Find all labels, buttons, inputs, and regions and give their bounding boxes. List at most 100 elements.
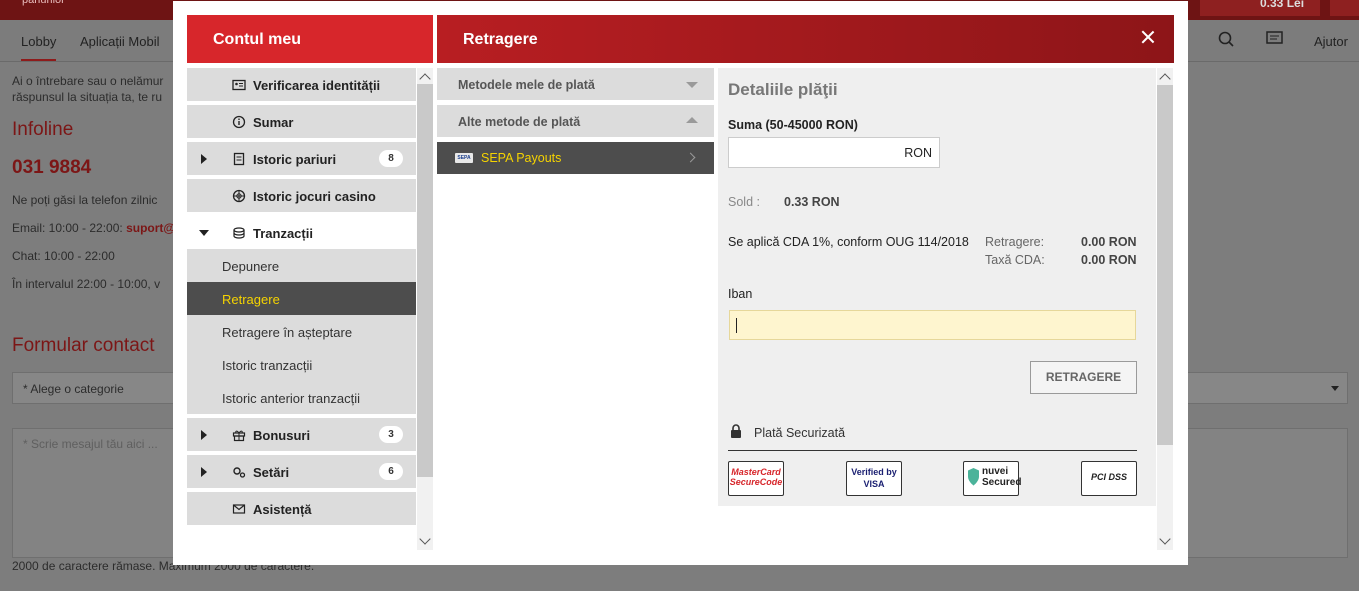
- menu-label: Tranzacții: [253, 226, 313, 241]
- pci-text: PCI DSS: [1090, 472, 1127, 482]
- pci-logo: PCI DSS: [1081, 461, 1137, 496]
- payment-details: Detaliile plăţii Suma (50-45000 RON) RON…: [718, 68, 1156, 506]
- payment-methods: Metodele mele de plată Alte metode de pl…: [437, 68, 714, 174]
- iban-label: Iban: [728, 287, 753, 301]
- menu-item-casino-history[interactable]: Istoric jocuri casino: [187, 179, 416, 212]
- my-methods-label: Metodele mele de plată: [458, 78, 595, 92]
- balance-display[interactable]: 0.33 Lei: [1200, 0, 1320, 16]
- chip-icon: [232, 189, 246, 203]
- account-button[interactable]: [1330, 0, 1359, 16]
- shield-icon: [968, 468, 979, 486]
- infoline-title: Infoline: [12, 119, 74, 140]
- menu-label: Bonusuri: [253, 428, 311, 443]
- withdraw-button[interactable]: RETRAGERE: [1030, 361, 1137, 394]
- withdraw-header: Retragere: [437, 15, 1174, 63]
- chevron-down-icon: [686, 82, 698, 88]
- mastercard-logo: MasterCard SecureCode: [728, 461, 784, 496]
- coins-icon: [233, 227, 245, 239]
- collapse-arrow-icon[interactable]: [199, 230, 209, 236]
- search-icon[interactable]: [1218, 31, 1234, 47]
- method-sepa-payouts[interactable]: SEPA SEPA Payouts: [437, 142, 714, 174]
- my-methods-toggle[interactable]: Metodele mele de plată: [437, 68, 714, 100]
- method-label: SEPA Payouts: [481, 151, 562, 165]
- submenu-pending-withdraw[interactable]: Retragere în așteptare: [187, 315, 416, 348]
- category-placeholder: * Alege o categorie: [23, 382, 124, 396]
- amount-label: Suma (50-45000 RON): [728, 118, 858, 132]
- scroll-up-icon[interactable]: [1159, 73, 1171, 85]
- id-card-icon: [232, 79, 246, 91]
- scroll-down-icon[interactable]: [1159, 533, 1171, 545]
- balance-label: Sold :: [728, 195, 760, 209]
- balance-text: 0.33 Lei: [1260, 0, 1305, 10]
- secure-payment: Plată Securizată: [728, 421, 1137, 451]
- secure-text: Plată Securizată: [754, 426, 846, 440]
- tax-value: 0.00 RON: [1081, 253, 1137, 267]
- envelope-icon: [232, 504, 246, 514]
- details-scrollbar[interactable]: [1157, 68, 1173, 550]
- mastercard-text: MasterCard SecureCode: [729, 467, 783, 487]
- menu-label: Verificarea identității: [253, 78, 381, 93]
- gears-icon: [233, 467, 246, 478]
- iban-input[interactable]: [729, 310, 1136, 340]
- scroll-up-icon[interactable]: [419, 73, 431, 85]
- menu-item-transactions[interactable]: Tranzacții: [187, 216, 416, 249]
- phone-text: Ne poți găsi la telefon zilnic: [12, 193, 158, 207]
- menu-label: Istoric jocuri casino: [253, 189, 376, 204]
- gift-icon: [232, 430, 246, 442]
- menu-item-settings[interactable]: Setări 6: [187, 455, 416, 488]
- other-methods-toggle[interactable]: Alte metode de plată: [437, 105, 714, 137]
- account-menu: Verificarea identității Sumar Istoric pa…: [187, 68, 416, 550]
- chat-text: Chat: 10:00 - 22:00: [12, 249, 115, 263]
- submenu-transaction-history[interactable]: Istoric tranzacții: [187, 348, 416, 381]
- count-badge: 8: [379, 150, 403, 167]
- withdraw-title: Retragere: [463, 31, 538, 48]
- account-modal: Contul meu Retragere Verificarea identit…: [173, 1, 1188, 565]
- message-placeholder: * Scrie mesajul tău aici ...: [23, 437, 158, 451]
- menu-label: Asistență: [253, 502, 312, 517]
- withdraw-amount-value: 0.00 RON: [1081, 235, 1137, 249]
- interval-text: În intervalul 22:00 - 10:00, v: [12, 277, 161, 291]
- menu-scrollbar[interactable]: [417, 68, 433, 550]
- email-text: Email: 10:00 - 22:00: suport@: [12, 221, 176, 235]
- nav-lobby[interactable]: Lobby: [21, 34, 57, 61]
- text-caret: [736, 318, 737, 333]
- other-methods-label: Alte metode de plată: [458, 115, 581, 129]
- count-badge: 6: [379, 463, 403, 480]
- expand-arrow-icon[interactable]: [201, 154, 207, 164]
- menu-label: Sumar: [253, 115, 294, 130]
- chat-icon[interactable]: [1266, 31, 1283, 47]
- menu-label: Setări: [253, 465, 290, 480]
- intro-text-2: răspunsul la situația ta, te ru: [12, 90, 163, 104]
- expand-arrow-icon[interactable]: [201, 467, 207, 477]
- currency-label: RON: [904, 146, 932, 160]
- transactions-submenu: Depunere Retragere Retragere în așteptar…: [187, 249, 416, 414]
- cda-note: Se aplică CDA 1%, conform OUG 114/2018: [728, 235, 969, 249]
- submenu-withdraw[interactable]: Retragere: [187, 282, 416, 315]
- menu-item-summary[interactable]: Sumar: [187, 105, 416, 138]
- close-icon[interactable]: [1138, 27, 1158, 47]
- submenu-previous-transactions[interactable]: Istoric anterior tranzacții: [187, 381, 416, 414]
- sepa-logo-icon: SEPA: [455, 153, 473, 163]
- lock-icon: [731, 424, 741, 438]
- chevron-up-icon: [686, 117, 698, 123]
- amount-input[interactable]: RON: [728, 137, 940, 168]
- nav-help[interactable]: Ajutor: [1314, 34, 1348, 49]
- dropdown-arrow-icon: [1331, 386, 1339, 391]
- scroll-down-icon[interactable]: [419, 533, 431, 545]
- balance-value: 0.33 RON: [784, 195, 840, 209]
- site-logo: pariurilor: [22, 0, 65, 6]
- scroll-thumb[interactable]: [1157, 85, 1173, 445]
- email-link[interactable]: suport@: [126, 221, 175, 235]
- nav-mobile-apps[interactable]: Aplicații Mobil: [80, 34, 159, 49]
- info-icon: [232, 115, 246, 129]
- phone-number[interactable]: 031 9884: [12, 157, 91, 179]
- menu-item-bonuses[interactable]: Bonusuri 3: [187, 418, 416, 451]
- menu-item-identity[interactable]: Verificarea identității: [187, 68, 416, 101]
- expand-arrow-icon[interactable]: [201, 430, 207, 440]
- menu-item-bet-history[interactable]: Istoric pariuri 8: [187, 142, 416, 175]
- account-header: Contul meu: [187, 15, 433, 63]
- submenu-deposit[interactable]: Depunere: [187, 249, 416, 282]
- menu-item-assistance[interactable]: Asistență: [187, 492, 416, 525]
- account-title: Contul meu: [213, 31, 301, 48]
- scroll-thumb[interactable]: [417, 84, 433, 477]
